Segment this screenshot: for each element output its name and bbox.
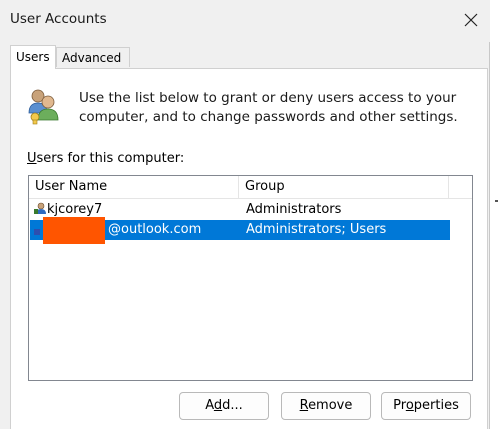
tab-advanced[interactable]: Advanced <box>56 47 130 67</box>
users-list-label: Users for this computer: <box>27 151 184 166</box>
close-button[interactable] <box>458 7 484 33</box>
user-group-cell: Administrators; Users <box>246 222 387 237</box>
remove-button-accel: R <box>299 398 309 413</box>
users-tab-panel: Use the list below to grant or deny user… <box>10 68 488 429</box>
properties-button-label-post: perties <box>413 398 459 413</box>
remove-button-label-post: emove <box>308 398 353 413</box>
user-accounts-window: User Accounts Users Advanced Use the lis… <box>0 0 490 429</box>
user-name-text: @outlook.com <box>108 222 202 237</box>
user-icon <box>34 202 46 214</box>
close-icon <box>464 13 478 27</box>
intro-text: Use the list below to grant or deny user… <box>79 90 458 125</box>
properties-button[interactable]: Properties <box>381 392 471 420</box>
background-window-edge <box>495 200 498 202</box>
users-list-label-text: sers for this computer: <box>36 151 185 166</box>
window-title: User Accounts <box>10 11 107 27</box>
user-group-cell: Administrators <box>246 202 342 217</box>
add-button-label-pre: A <box>205 398 214 413</box>
users-list-label-accel: U <box>27 151 37 166</box>
properties-button-label-pre: Pr <box>393 398 406 413</box>
properties-button-accel: o <box>405 398 414 413</box>
title-bar: User Accounts <box>0 0 490 42</box>
remove-button[interactable]: Remove <box>281 392 371 420</box>
column-header-user-name[interactable]: User Name <box>29 176 239 198</box>
users-icon <box>28 89 59 125</box>
add-button-accel: d <box>213 398 223 413</box>
listview-header: User Name Group <box>29 176 472 199</box>
user-name-text: kjcorey7 <box>47 202 103 217</box>
column-header-group[interactable]: Group <box>239 176 449 198</box>
add-button-label-post: d... <box>222 398 243 413</box>
redaction-box <box>43 217 105 244</box>
users-listview[interactable]: User Name Group kjcorey7 Administrators <box>28 175 473 381</box>
add-button[interactable]: Add... <box>179 392 269 420</box>
user-row-selected[interactable]: @outlook.com Administrators; Users <box>30 217 450 244</box>
tab-users[interactable]: Users <box>10 45 56 69</box>
